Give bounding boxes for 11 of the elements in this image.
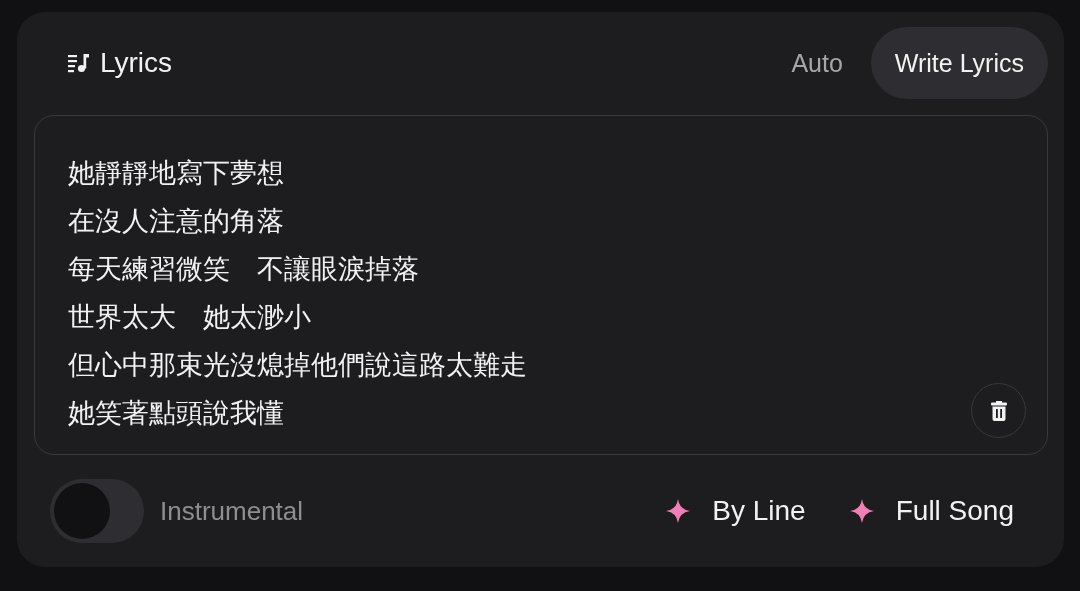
mode-tab[interactable]: Auto <box>767 27 867 99</box>
generate-button[interactable]: Full Song <box>837 487 1026 535</box>
sparkle-icon <box>666 499 691 523</box>
panel-title: Lyrics <box>100 47 173 79</box>
sparkle-icon <box>849 499 874 523</box>
lyrics-field[interactable]: 她靜靜地寫下夢想 在沒人注意的角落 每天練習微笑 不讓眼淚掉落 世界太大 她太渺小 但心中那束光沒熄掉他們說這路太難走 她笑著點頭說我懂 <box>34 115 1048 455</box>
generate-button[interactable]: By Line <box>654 487 818 535</box>
trash-icon <box>990 400 1007 421</box>
mode-tab[interactable]: Write Lyrics <box>870 27 1048 99</box>
lyrics-icon <box>68 53 90 73</box>
instrumental-label: Instrumental <box>160 495 304 527</box>
